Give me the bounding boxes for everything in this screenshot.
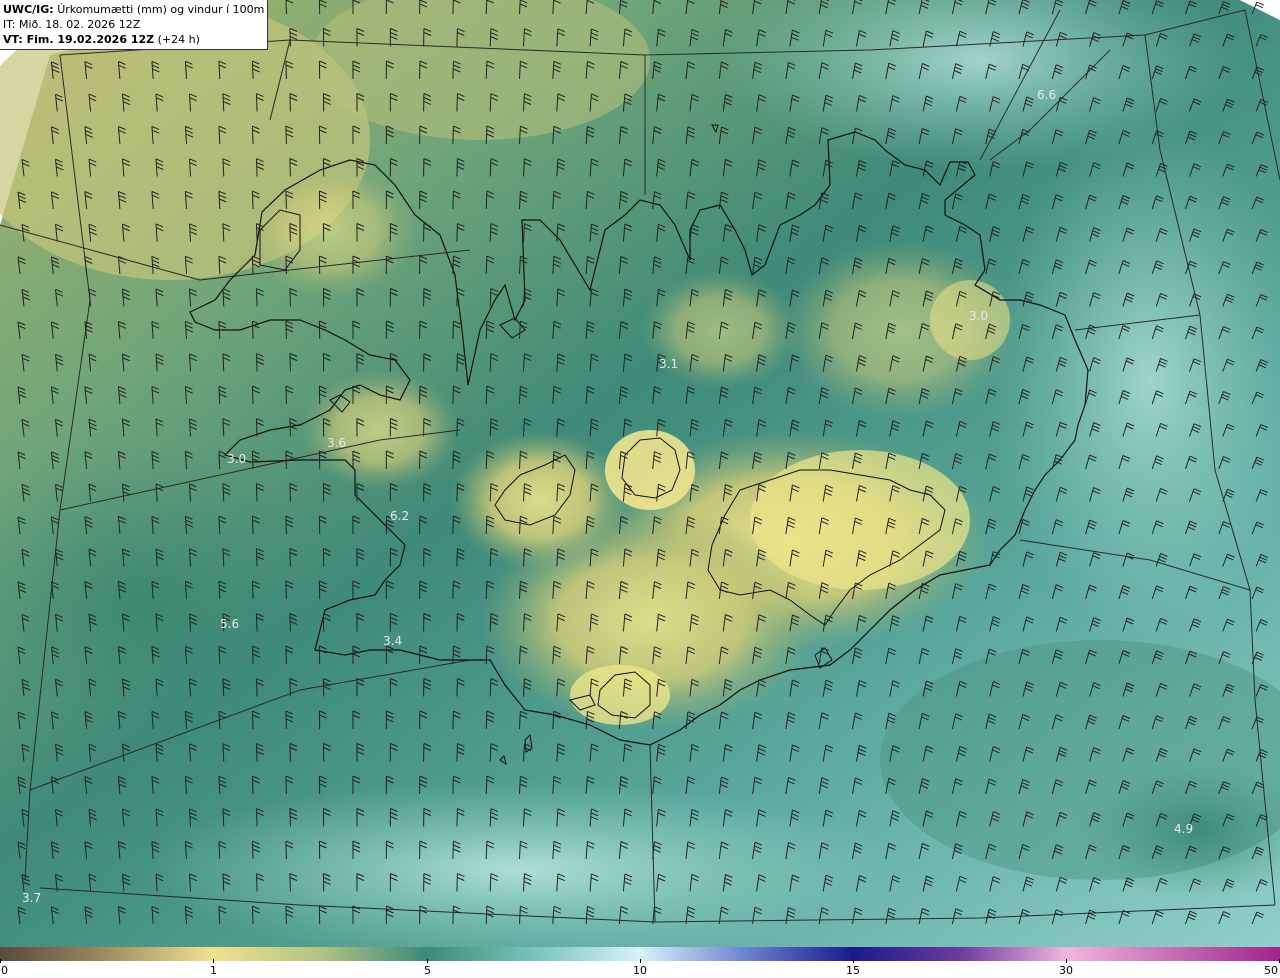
valid-time: VT: Fim. 19.02.2026 12Z [3,33,155,46]
model-name: UWC/IG: [3,3,54,16]
point-value: 3.1 [659,357,678,371]
point-value: 3.4 [383,634,402,648]
colorbar-tick [427,959,428,963]
forecast-lead: (+24 h) [154,33,200,46]
colorbar-label: 30 [1059,964,1073,977]
point-value: 3.6 [327,436,346,450]
point-value: 4.9 [1174,822,1193,836]
colorbar-tick [213,959,214,963]
point-value: 3.7 [22,891,41,905]
colorbar-tick [853,959,854,963]
forecast-info-box: UWC/IG: Úrkomumætti (mm) og vindur í 100… [0,0,268,50]
title-line: UWC/IG: Úrkomumætti (mm) og vindur í 100… [3,2,264,17]
colorbar-label: 50 [1264,964,1278,977]
point-value: 6.6 [1037,88,1056,102]
colorbar-tick [640,959,641,963]
colorbar-tick [1066,959,1067,963]
valid-time-line: VT: Fim. 19.02.2026 12Z (+24 h) [3,32,264,47]
point-value: 6.2 [390,509,409,523]
colorbar-label: 15 [846,964,860,977]
point-value: 3.0 [227,452,246,466]
precipitation-wind-map[interactable]: 6.6 3.0 3.1 3.6 3.0 6.2 5.6 3.4 4.9 3.7 [0,0,1280,947]
colorbar-label: 1 [210,964,217,977]
point-value: 3.0 [969,309,988,323]
colorbar-label: 0 [1,964,8,977]
colorbar-tick [0,959,1,963]
colorbar-label: 5 [424,964,431,977]
precipitation-colorbar: 0 1 5 10 15 30 50 [0,947,1280,978]
colorbar-label: 10 [633,964,647,977]
map-title: Úrkomumætti (mm) og vindur í 100m hæð [57,3,264,16]
initial-time: IT: Mið. 18. 02. 2026 12Z [3,18,141,31]
point-value: 5.6 [220,617,239,631]
